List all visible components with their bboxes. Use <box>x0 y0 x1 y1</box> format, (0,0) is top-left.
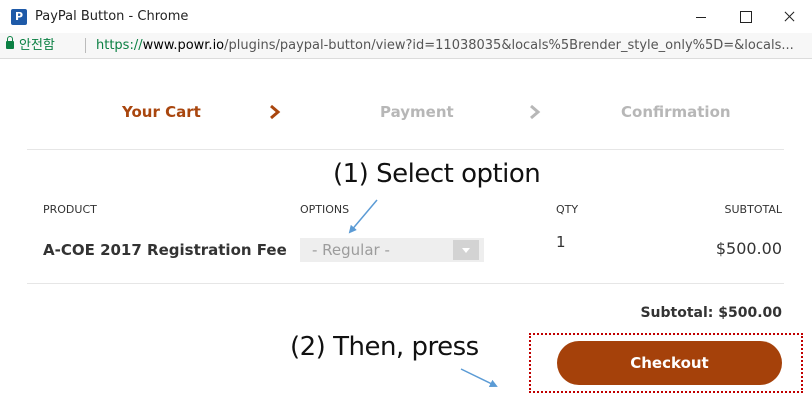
chevron-right-icon <box>268 103 282 121</box>
secure-label: 안전함 <box>19 38 55 53</box>
arrow-to-checkout <box>460 368 498 387</box>
minimize-icon[interactable] <box>679 0 723 33</box>
column-header-qty: QTY <box>556 203 579 216</box>
option-select-value: - Regular - <box>312 241 390 259</box>
address-bar[interactable]: 안전함 https://www.powr.io/plugins/paypal-b… <box>0 33 812 59</box>
close-icon[interactable] <box>767 0 811 33</box>
column-header-subtotal: SUBTOTAL <box>724 203 782 216</box>
cart-subtotal: Subtotal: $500.00 <box>640 305 782 321</box>
annotation-select-option: (1) Select option <box>333 159 541 189</box>
step-payment: Payment <box>380 103 454 121</box>
product-name: A-COE 2017 Registration Fee <box>43 241 287 259</box>
url-scheme: https:// <box>96 38 143 53</box>
url-host: www.powr.io <box>142 38 225 53</box>
maximize-icon[interactable] <box>723 0 767 33</box>
divider <box>27 149 784 150</box>
column-header-product: PRODUCT <box>43 203 97 216</box>
url-path: /plugins/paypal-button/view?id=11038035&… <box>224 38 794 53</box>
divider <box>27 283 784 284</box>
window-title: PayPal Button - Chrome <box>35 9 189 24</box>
annotation-then-press: (2) Then, press <box>290 332 479 362</box>
lock-icon <box>6 36 14 49</box>
arrow-to-option-select <box>348 199 378 234</box>
quantity-value: 1 <box>556 233 566 251</box>
option-select[interactable]: - Regular - <box>300 238 484 262</box>
dropdown-caret-icon[interactable] <box>453 240 479 260</box>
step-confirmation: Confirmation <box>621 103 731 121</box>
app-icon: P <box>11 9 27 25</box>
url-text[interactable]: https://www.powr.io/plugins/paypal-butto… <box>96 37 808 54</box>
chevron-right-icon <box>528 103 542 121</box>
column-header-options: OPTIONS <box>300 203 350 216</box>
checkout-button[interactable]: Checkout <box>557 341 782 385</box>
window-titlebar: P PayPal Button - Chrome <box>0 0 812 33</box>
line-subtotal: $500.00 <box>715 239 782 258</box>
step-your-cart: Your Cart <box>122 103 201 121</box>
address-separator <box>85 38 86 53</box>
